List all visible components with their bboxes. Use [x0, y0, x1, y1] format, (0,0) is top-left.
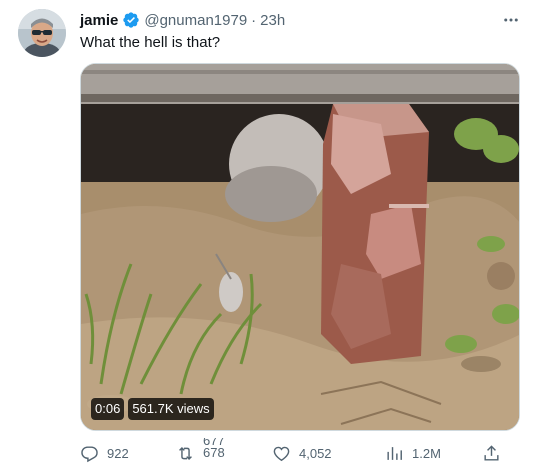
- like-button[interactable]: 4,052: [272, 438, 332, 468]
- retweet-button[interactable]: 677 678: [176, 438, 225, 468]
- heart-icon: [273, 446, 290, 461]
- tweet-header: jamie @gnuman1979 · 23h: [80, 10, 285, 30]
- retweet-count-new: 678: [203, 445, 225, 460]
- action-bar: 922 677 678 4,052 1.2M: [80, 438, 520, 468]
- verified-badge-icon: [123, 12, 140, 28]
- author-name[interactable]: jamie: [80, 12, 118, 29]
- timestamp[interactable]: 23h: [260, 12, 285, 29]
- reply-count: 922: [107, 445, 129, 461]
- tweet-text: What the hell is that?: [80, 34, 221, 51]
- retweet-count: 677 678: [203, 438, 225, 468]
- avatar-image: [18, 9, 66, 57]
- tweet[interactable]: jamie @gnuman1979 · 23h What the hell is…: [0, 0, 537, 476]
- reply-button[interactable]: 922: [80, 438, 129, 468]
- views-count: 1.2M: [412, 445, 441, 461]
- separator-dot: ·: [251, 11, 257, 29]
- more-icon[interactable]: [500, 10, 522, 30]
- video-views: 561.7K views: [128, 398, 214, 420]
- video-meta: 0:06 561.7K views: [91, 398, 214, 420]
- author-handle[interactable]: @gnuman1979: [144, 12, 247, 29]
- retweet-icon: [179, 446, 192, 460]
- video-player[interactable]: 0:06 561.7K views: [80, 63, 520, 431]
- video-frame: [81, 64, 519, 430]
- avatar[interactable]: [18, 9, 66, 57]
- share-icon: [484, 444, 499, 461]
- reply-icon: [81, 445, 98, 462]
- share-button[interactable]: [482, 438, 501, 468]
- views-button[interactable]: 1.2M: [385, 438, 441, 468]
- like-count: 4,052: [299, 445, 332, 461]
- analytics-icon: [387, 446, 402, 460]
- video-duration: 0:06: [91, 398, 125, 420]
